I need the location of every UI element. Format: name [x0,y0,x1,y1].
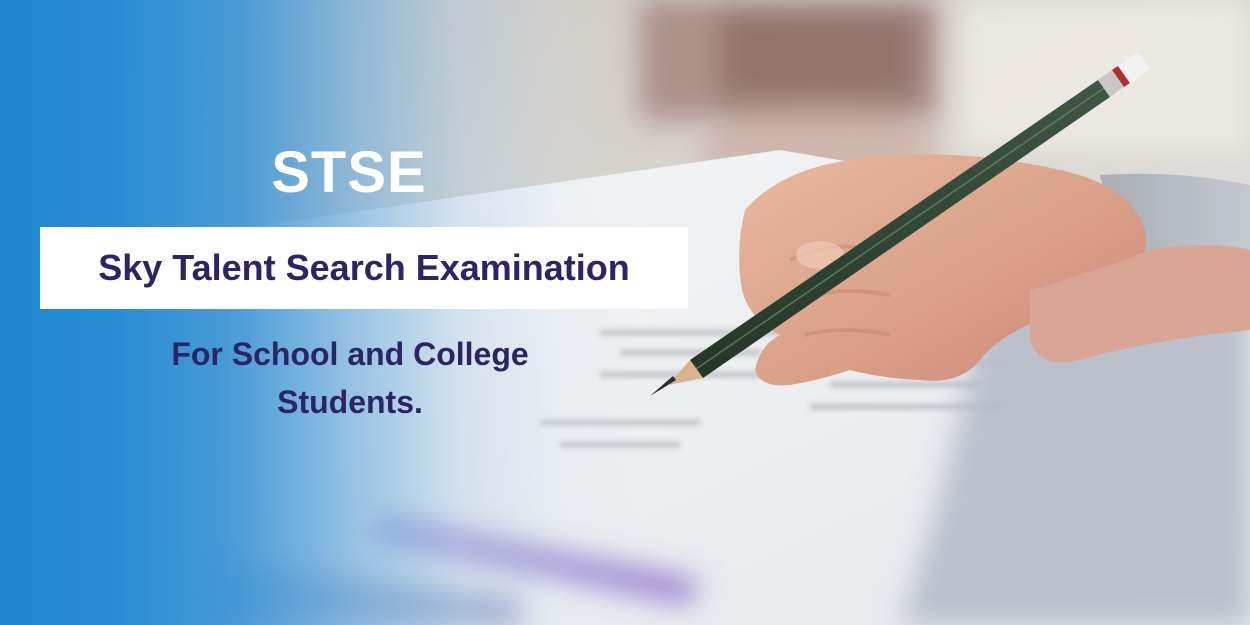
banner-title: STSE [271,140,427,205]
exam-name-box: Sky Talent Search Examination [40,227,688,309]
exam-name: Sky Talent Search Examination [98,247,630,288]
banner-tagline: For School and College Students. [171,336,529,420]
stse-banner: STSE Sky Talent Search Examination For S… [0,0,1250,625]
blue-gradient-overlay [0,0,1250,625]
